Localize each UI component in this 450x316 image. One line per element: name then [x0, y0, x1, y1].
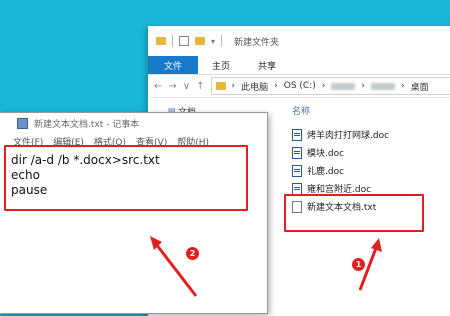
annotation-arrows — [0, 0, 450, 300]
step-badge-2: 2 — [186, 247, 199, 260]
step-badge-1: 1 — [352, 258, 365, 271]
arrow-1-head — [371, 238, 382, 252]
